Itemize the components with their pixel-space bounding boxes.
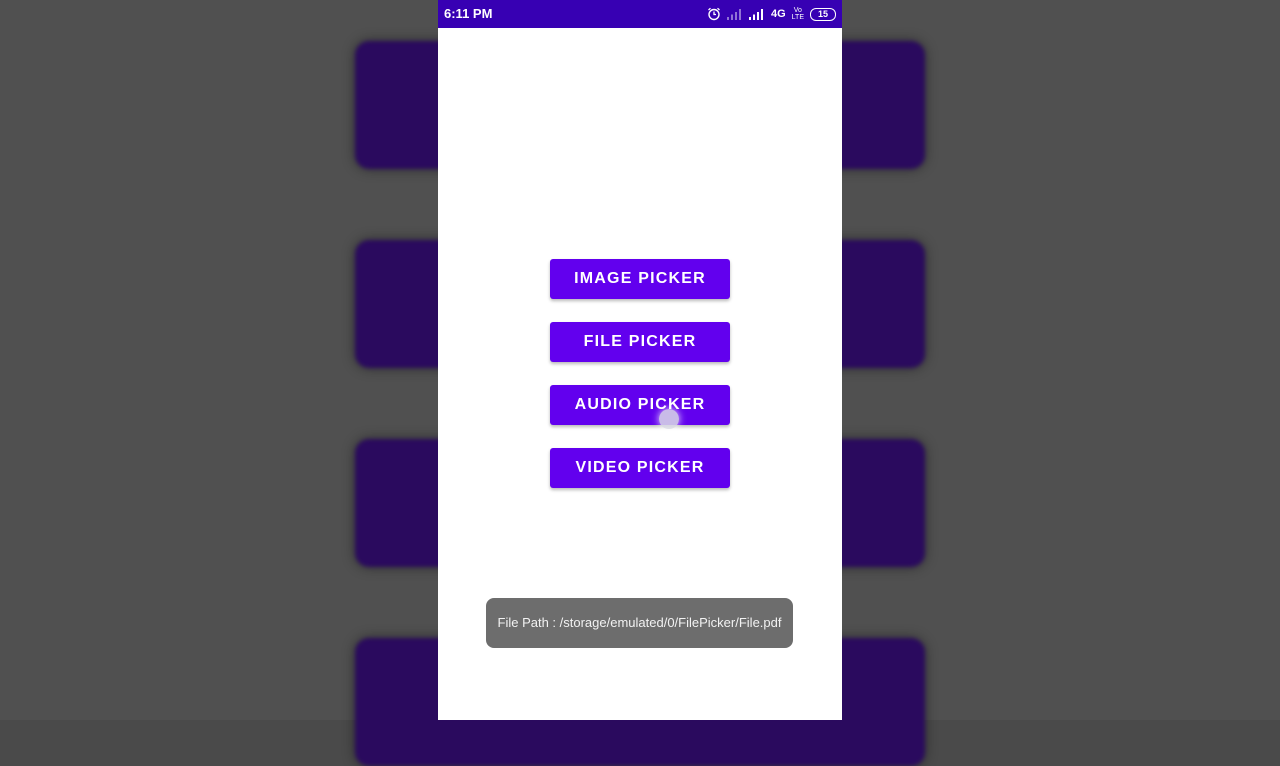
volte-indicator: Vo LTE [792, 7, 804, 21]
video-picker-button[interactable]: VIDEO PICKER [550, 448, 730, 488]
toast-message: File Path : /storage/emulated/0/FilePick… [486, 598, 793, 648]
phone-screen: 6:11 PM 4G Vo LTE 15 IMAGE PICKER FILE P… [438, 0, 842, 720]
signal-strong-icon [748, 8, 765, 20]
touch-indicator [659, 409, 679, 429]
alarm-icon [707, 7, 721, 21]
image-picker-button[interactable]: IMAGE PICKER [550, 259, 730, 299]
volte-top-label: Vo [793, 7, 802, 14]
battery-level: 15 [810, 7, 836, 21]
battery-icon: 15 [810, 7, 836, 21]
status-icons: 4G Vo LTE 15 [707, 5, 836, 23]
status-time: 6:11 PM [444, 6, 493, 21]
audio-picker-button[interactable]: AUDIO PICKER [550, 385, 730, 425]
status-bar: 6:11 PM 4G Vo LTE 15 [438, 0, 842, 28]
file-picker-button[interactable]: FILE PICKER [550, 322, 730, 362]
signal-weak-icon [726, 8, 743, 20]
volte-bottom-label: LTE [791, 14, 804, 21]
network-type-label: 4G [770, 8, 786, 20]
